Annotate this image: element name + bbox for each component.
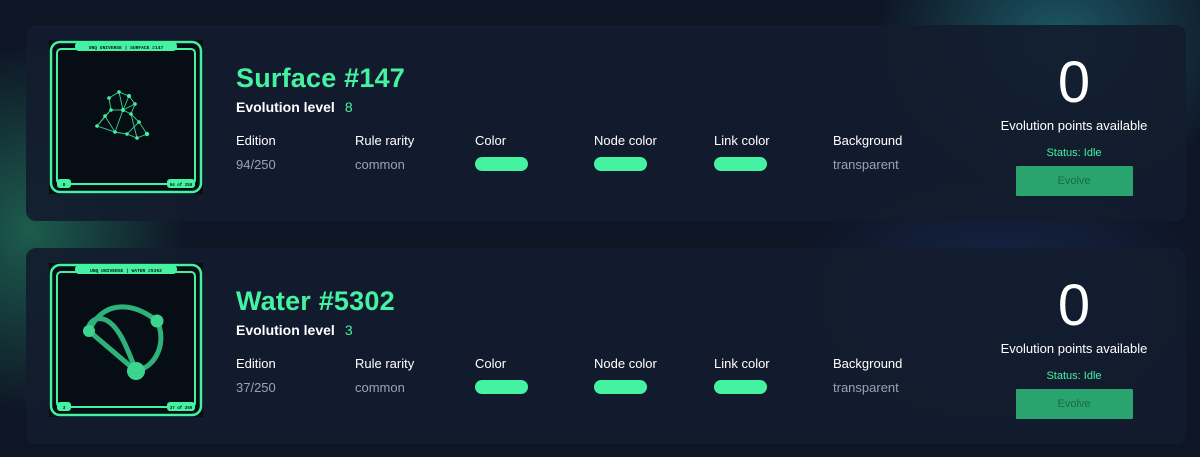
thumbnail-header: UNQ UNIVERSE | WATER #5302	[90, 268, 162, 274]
node-color-swatch	[594, 157, 647, 171]
attr-edition: Edition 94/250	[236, 133, 276, 172]
attr-value: transparent	[833, 157, 899, 172]
attr-label: Rule rarity	[355, 133, 415, 148]
attr-rule-rarity: Rule rarity common	[355, 133, 414, 172]
attr-label: Color	[475, 356, 507, 371]
evolution-level-label: Evolution level	[236, 322, 335, 338]
attr-node-color: Node color	[594, 133, 657, 171]
thumbnail-level: 3	[63, 405, 66, 411]
attr-label: Link color	[714, 133, 770, 148]
attr-label: Node color	[594, 356, 657, 371]
nft-thumbnail[interactable]: UNQ UNIVERSE | WATER #5302 3 37 of 250	[49, 263, 203, 417]
thumbnail-edition: 94 of 250	[170, 183, 193, 188]
attr-background: Background transparent	[833, 356, 902, 395]
evolution-level: Evolution level 3	[236, 322, 353, 338]
status-text: Status: Idle	[1046, 147, 1102, 159]
color-swatch	[475, 380, 528, 394]
evolution-points-value: 0	[1057, 50, 1091, 115]
evolve-button[interactable]: Evolve	[1015, 166, 1133, 196]
node-color-swatch	[594, 380, 647, 394]
knot-graph-icon	[86, 304, 164, 374]
attr-label: Rule rarity	[355, 356, 415, 371]
evolution-points-panel: 0 Evolution points available Status: Idl…	[994, 48, 1154, 196]
attr-value: common	[355, 157, 405, 172]
evolution-points-panel: 0 Evolution points available Status: Idl…	[994, 271, 1154, 419]
nft-card: UNQ UNIVERSE | WATER #5302 3 37 of 250 W…	[26, 248, 1186, 444]
attr-label: Edition	[236, 356, 276, 371]
thumbnail-edition: 37 of 250	[170, 406, 193, 411]
evolve-button[interactable]: Evolve	[1015, 389, 1133, 419]
attr-edition: Edition 37/250	[236, 356, 276, 395]
attr-background: Background transparent	[833, 133, 902, 172]
attr-label: Link color	[714, 356, 770, 371]
attr-label: Background	[833, 133, 903, 148]
evolution-points-value: 0	[1057, 273, 1091, 338]
nft-title: Surface #147	[236, 63, 406, 93]
thumbnail-header: UNQ UNIVERSE | SURFACE #147	[89, 45, 164, 51]
attr-color: Color	[475, 356, 528, 394]
attr-value: 37/250	[236, 380, 276, 395]
attr-label: Edition	[236, 133, 276, 148]
attr-value: transparent	[833, 380, 899, 395]
status-text: Status: Idle	[1046, 370, 1102, 382]
evolution-level-value: 8	[344, 99, 353, 115]
attr-label: Background	[833, 356, 903, 371]
attr-node-color: Node color	[594, 356, 657, 394]
evolution-level: Evolution level 8	[236, 99, 353, 115]
attr-value: common	[355, 380, 405, 395]
link-color-swatch	[714, 157, 767, 171]
attr-rule-rarity: Rule rarity common	[355, 356, 414, 395]
attr-value: 94/250	[236, 157, 276, 172]
evolution-points-caption: Evolution points available	[1000, 118, 1148, 133]
attr-color: Color	[475, 133, 528, 171]
evolution-level-label: Evolution level	[236, 99, 335, 115]
attr-link-color: Link color	[714, 356, 770, 394]
color-swatch	[475, 157, 528, 171]
attr-link-color: Link color	[714, 133, 770, 171]
nft-thumbnail[interactable]: UNQ UNIVERSE | SURFACE #147 8 94 of 250	[49, 40, 203, 194]
attr-label: Node color	[594, 133, 657, 148]
nft-card: UNQ UNIVERSE | SURFACE #147 8 94 of 250	[26, 25, 1186, 221]
attr-label: Color	[475, 133, 507, 148]
evolution-points-caption: Evolution points available	[1000, 341, 1148, 356]
link-color-swatch	[714, 380, 767, 394]
thumbnail-level: 8	[63, 182, 66, 188]
nft-title: Water #5302	[236, 286, 395, 316]
evolution-level-value: 3	[344, 322, 353, 338]
